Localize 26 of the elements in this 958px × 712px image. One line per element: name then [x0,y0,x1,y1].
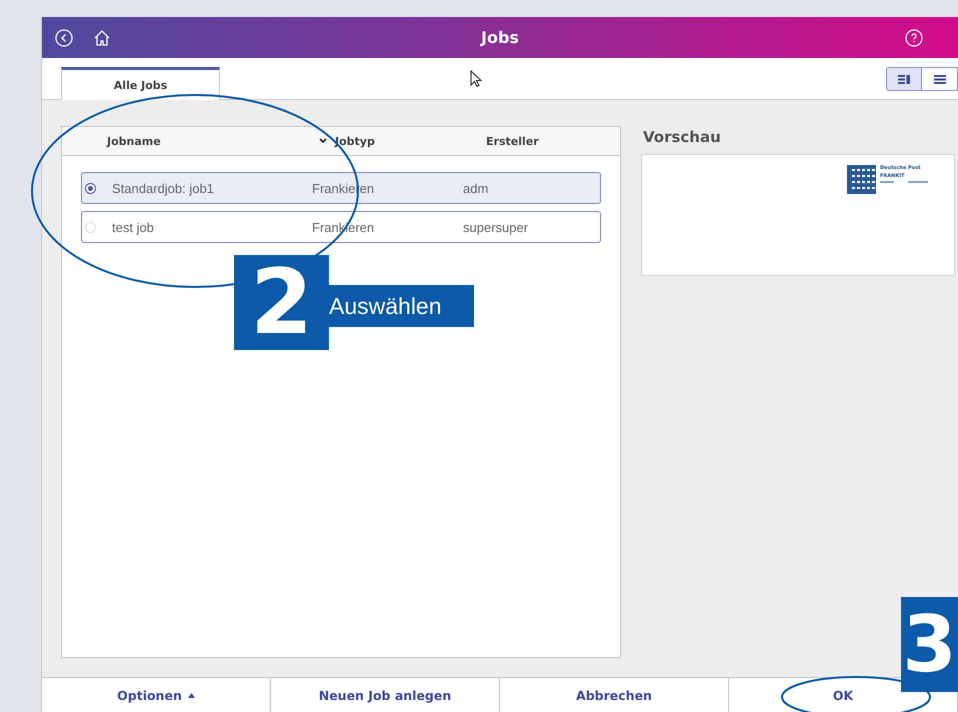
back-icon[interactable] [54,28,74,48]
preview-title: Vorschau [643,128,721,146]
matrix-code-icon [847,165,876,194]
column-header[interactable]: Ersteller [486,134,539,148]
column-header[interactable]: Jobtyp [335,134,375,148]
table-cell-text: test job [112,220,155,234]
split-view-icon [898,74,910,84]
radio-button[interactable] [85,182,96,194]
step-number: 2 [234,255,329,350]
table-cell-text: Standardjob: job1 [112,180,215,196]
cursor-icon [470,70,482,88]
table-cell-text: adm [463,180,490,196]
tab[interactable]: Alle Jobs [61,67,220,100]
sort-caret-icon[interactable] [319,138,327,144]
split-view-button[interactable] [886,67,922,91]
list-view-button[interactable] [922,67,958,91]
step-label: Auswählen [329,285,474,327]
home-icon[interactable] [92,28,112,48]
list-view-icon [934,74,946,84]
help-icon[interactable] [904,28,924,48]
step-number: 3 [901,597,958,692]
column-header[interactable]: Jobname [107,134,161,148]
window-title: Jobs [481,28,519,47]
stamp-detail-drawing [880,181,928,184]
caret-up-icon [188,692,195,698]
table-cell-text: supersuper [463,220,530,234]
